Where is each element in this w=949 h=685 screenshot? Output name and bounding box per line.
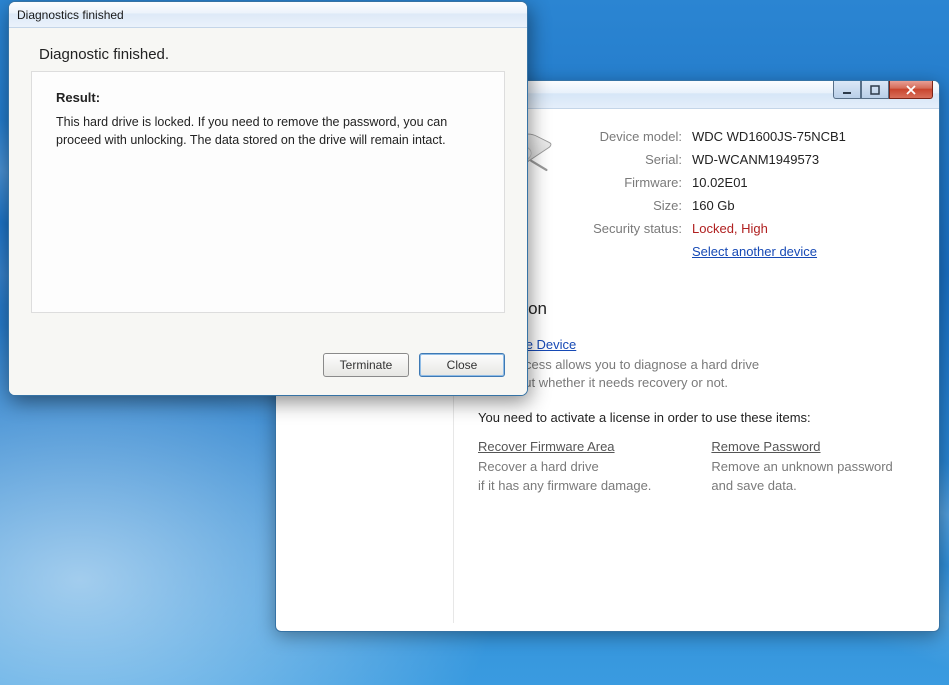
minimize-icon xyxy=(842,85,852,95)
maximize-icon xyxy=(870,85,880,95)
remove-password-action: Remove Password Remove an unknown passwo… xyxy=(711,439,892,494)
value-size: 160 Gb xyxy=(692,198,846,213)
value-security-status: Locked, High xyxy=(692,221,846,236)
close-dialog-button[interactable]: Close xyxy=(419,353,505,377)
dialog-titlebar[interactable]: Diagnostics finished xyxy=(9,2,527,28)
recover-desc-line2: if it has any firmware damage. xyxy=(478,478,651,493)
diagnose-action: Diagnose Device This process allows you … xyxy=(478,337,907,392)
recover-firmware-action: Recover Firmware Area Recover a hard dri… xyxy=(478,439,651,494)
value-firmware: 10.02E01 xyxy=(692,175,846,190)
dialog-title: Diagnostics finished xyxy=(17,8,124,22)
result-frame: Result: This hard drive is locked. If yo… xyxy=(31,71,505,313)
result-text: This hard drive is locked. If you need t… xyxy=(56,113,456,149)
close-icon xyxy=(905,85,917,95)
diagnostics-dialog: Diagnostics finished Diagnostic finished… xyxy=(8,1,528,396)
recover-firmware-link[interactable]: Recover Firmware Area xyxy=(478,439,615,454)
minimize-button[interactable] xyxy=(833,81,861,99)
remove-desc-line2: and save data. xyxy=(711,478,796,493)
label-serial: Serial: xyxy=(572,152,682,167)
dialog-heading: Diagnostic finished. xyxy=(39,46,505,63)
remove-password-link[interactable]: Remove Password xyxy=(711,439,820,454)
value-device-model: WDC WD1600JS-75NCB1 xyxy=(692,129,846,144)
remove-desc-line1: Remove an unknown password xyxy=(711,459,892,474)
action-section-title: an action xyxy=(478,299,907,319)
label-firmware: Firmware: xyxy=(572,175,682,190)
label-security-status: Security status: xyxy=(572,221,682,236)
license-note: You need to activate a license in order … xyxy=(478,410,907,425)
terminate-button[interactable]: Terminate xyxy=(323,353,409,377)
result-label: Result: xyxy=(56,90,480,105)
recover-desc-line1: Recover a hard drive xyxy=(478,459,599,474)
value-serial: WD-WCANM1949573 xyxy=(692,152,846,167)
close-button[interactable] xyxy=(889,81,933,99)
device-info-block: Device model: WDC WD1600JS-75NCB1 Serial… xyxy=(478,129,907,259)
label-device-model: Device model: xyxy=(572,129,682,144)
maximize-button[interactable] xyxy=(861,81,889,99)
select-another-device-link[interactable]: Select another device xyxy=(692,244,817,259)
label-size: Size: xyxy=(572,198,682,213)
